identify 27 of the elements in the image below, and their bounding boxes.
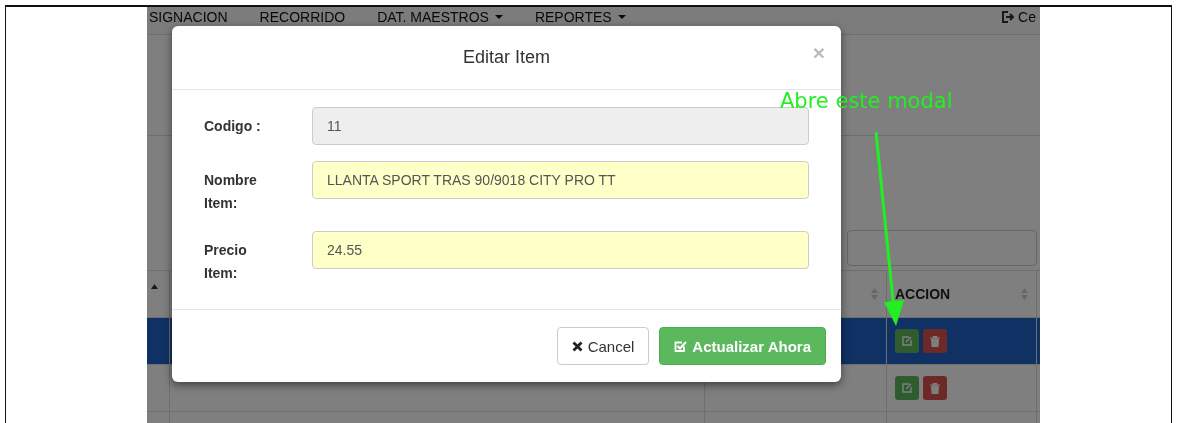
update-button[interactable]: Actualizar Ahora (659, 327, 826, 365)
delete-button[interactable] (923, 329, 947, 353)
nav-link[interactable]: SIGNACION (149, 9, 228, 25)
cancel-button[interactable]: Cancel (556, 327, 650, 365)
text-field[interactable]: 24.55 (312, 231, 809, 269)
text-field[interactable]: LLANTA SPORT TRAS 90/9018 CITY PRO TT (312, 161, 809, 199)
nav-link[interactable]: REPORTES (534, 9, 626, 25)
edit-icon (902, 383, 912, 393)
field-label: Nombre Item: (204, 171, 258, 213)
field-label: Precio Item: (204, 241, 248, 283)
trash-icon (930, 335, 940, 347)
logout-link[interactable]: Ce (1002, 9, 1036, 25)
nav-link[interactable]: RECORRIDO (259, 9, 346, 25)
search-field[interactable] (847, 230, 1037, 266)
column-header: ACCION (895, 286, 951, 302)
trash-icon (930, 382, 940, 394)
dialog-title: Editar Item (463, 47, 550, 68)
field-label: Codigo : (204, 117, 262, 136)
sort-icon[interactable] (151, 283, 158, 291)
edit-icon (902, 336, 912, 346)
close-icon (571, 340, 583, 352)
checkbox-icon (674, 339, 688, 353)
logout-icon (1002, 11, 1015, 23)
delete-button[interactable] (923, 376, 947, 400)
edit-button[interactable] (895, 329, 919, 353)
edit-button[interactable] (895, 376, 919, 400)
nav-link[interactable]: DAT. MAESTROS (377, 9, 503, 25)
